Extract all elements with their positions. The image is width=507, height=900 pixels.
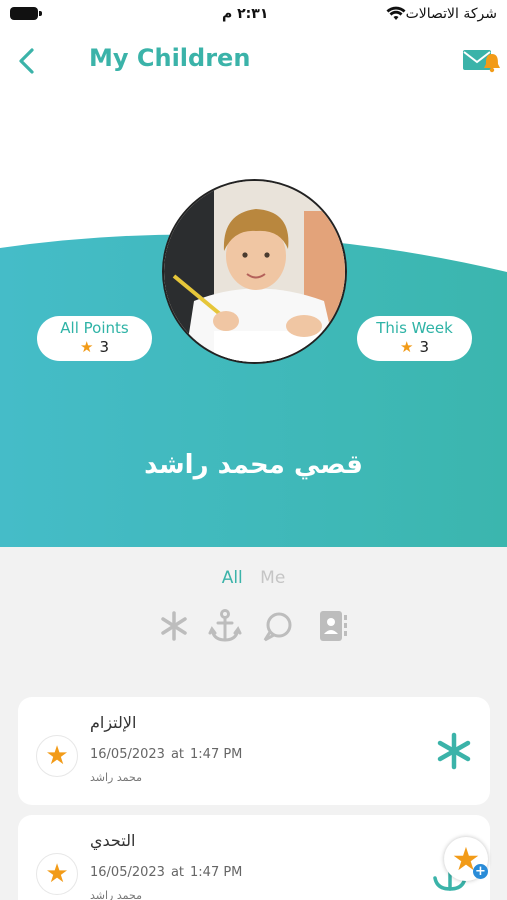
star-badge: ★	[36, 853, 78, 895]
tab-me[interactable]: Me	[260, 568, 285, 588]
anchor-icon[interactable]	[207, 607, 243, 645]
all-points-value-row: ★ 3	[37, 338, 152, 356]
activity-author: محمد راشد	[90, 889, 142, 900]
activity-time: 1:47 PM	[190, 865, 243, 880]
activity-card[interactable]: ★ الإلتزام 16/05/2023 at 1:47 PM محمد راشد	[18, 697, 490, 805]
asterisk-icon	[437, 732, 471, 770]
activity-author: محمد راشد	[90, 771, 142, 784]
child-avatar	[162, 179, 347, 364]
star-icon: ★	[400, 338, 414, 356]
child-photo	[164, 181, 345, 362]
category-filter-icons	[156, 607, 352, 647]
this-week-value: 3	[419, 338, 429, 356]
plus-icon: +	[473, 864, 488, 879]
activity-date: 16/05/2023	[90, 747, 165, 762]
battery-icon	[10, 7, 42, 20]
activity-title: التحدي	[90, 831, 136, 850]
chat-bubble-icon[interactable]	[260, 607, 296, 645]
page-title: My Children	[89, 44, 251, 72]
profile-header: All Points ★ 3 This Week ★ 3 قصي محمد راشد	[0, 92, 507, 547]
this-week-label: This Week	[376, 319, 453, 337]
contacts-book-icon[interactable]	[314, 607, 350, 645]
activity-datetime: 16/05/2023 at 1:47 PM	[90, 747, 242, 762]
this-week-pill: This Week ★ 3	[357, 316, 472, 361]
filter-tabs: All Me	[0, 568, 507, 588]
activity-title: الإلتزام	[90, 713, 137, 732]
add-points-button[interactable]: ★ +	[444, 837, 488, 881]
wifi-icon	[386, 6, 406, 20]
child-name: قصي محمد راشد	[144, 450, 363, 480]
star-badge: ★	[36, 735, 78, 777]
this-week-value-row: ★ 3	[357, 338, 472, 356]
activity-card[interactable]: ★ التحدي 16/05/2023 at 1:47 PM محمد راشد	[18, 815, 490, 900]
all-points-value: 3	[99, 338, 109, 356]
activity-date: 16/05/2023	[90, 865, 165, 880]
tab-all[interactable]: All	[222, 568, 243, 588]
all-points-pill: All Points ★ 3	[37, 316, 152, 361]
carrier-name: شركة الاتصالات	[405, 6, 497, 22]
mail-notification-icon[interactable]	[462, 46, 502, 76]
activity-datetime: 16/05/2023 at 1:47 PM	[90, 865, 242, 880]
back-chevron-icon[interactable]	[14, 46, 40, 76]
activity-time: 1:47 PM	[190, 747, 243, 762]
star-icon: ★	[45, 859, 69, 889]
star-icon: ★	[45, 741, 69, 771]
activity-at: at	[170, 747, 185, 762]
all-points-label: All Points	[60, 319, 129, 337]
star-icon: ★	[80, 338, 94, 356]
status-bar: ٢:٣١ م شركة الاتصالات	[0, 0, 507, 30]
activity-at: at	[170, 865, 185, 880]
navigation-bar: My Children	[0, 30, 507, 92]
asterisk-icon[interactable]	[156, 607, 192, 645]
status-time: ٢:٣١ م	[222, 6, 269, 22]
